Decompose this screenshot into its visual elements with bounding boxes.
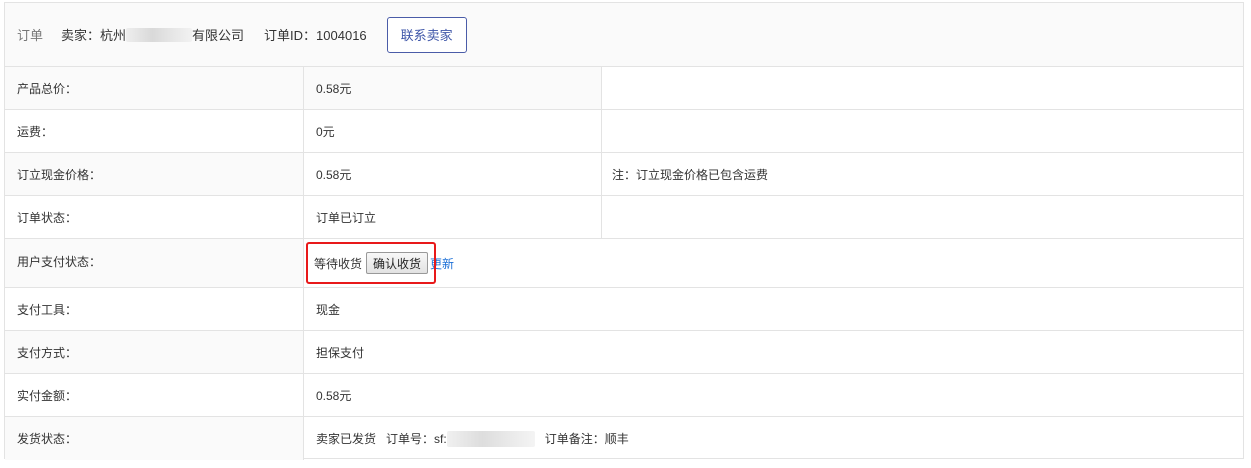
- highlight-box: 等待收货 确认收货 更新: [306, 242, 454, 284]
- row-label: 支付工具：: [5, 288, 304, 330]
- table-row: 运费： 0元: [5, 110, 1243, 153]
- shipped-text: 卖家已发货: [316, 432, 377, 446]
- section-label: 订单: [17, 28, 44, 43]
- row-value: 0元: [316, 124, 335, 139]
- seller-name: 卖家：杭州 有限公司: [61, 28, 245, 43]
- row-value: 0.58元: [316, 167, 352, 182]
- row-label: 支付方式：: [5, 331, 304, 373]
- table-row: 订单状态： 订单已订立: [5, 196, 1243, 239]
- order-id: 订单ID：1004016: [264, 28, 367, 43]
- row-label: 运费：: [5, 110, 304, 152]
- payment-status-text: 等待收货: [314, 256, 363, 271]
- confirm-receipt-button[interactable]: 确认收货: [366, 252, 429, 274]
- order-panel: 订单 卖家：杭州 有限公司 订单ID：1004016 联系卖家 产品总价： 0.5…: [4, 2, 1244, 460]
- table-row: 产品总价： 0.58元: [5, 67, 1243, 110]
- redacted-blur: [126, 28, 193, 42]
- row-label: 订单状态：: [5, 196, 304, 238]
- redacted-blur: [446, 430, 535, 447]
- tracking-number-label: 订单号：sf:: [386, 432, 447, 446]
- row-value: 担保支付: [316, 345, 365, 360]
- order-details-table: 产品总价： 0.58元 运费： 0元 订立现金价格： 0.58元 注：订立现金价…: [5, 67, 1243, 460]
- empty-cell: [601, 196, 1243, 238]
- row-value: 现金: [316, 302, 341, 317]
- price-note: 注：订立现金价格已包含运费: [601, 153, 1243, 195]
- contact-seller-button[interactable]: 联系卖家: [386, 16, 467, 53]
- order-status-value: 订单已订立: [316, 210, 377, 225]
- row-label: 实付金额：: [5, 374, 304, 416]
- table-row: 支付工具： 现金: [5, 288, 1243, 331]
- shipping-status-cell: 卖家已发货 订单号：sf: 订单备注：顺丰: [304, 417, 1243, 460]
- table-row: 实付金额： 0.58元: [5, 374, 1243, 417]
- row-label: 订立现金价格：: [5, 153, 304, 195]
- table-row: 用户支付状态： 等待收货 确认收货 更新: [5, 239, 1243, 288]
- row-value: 0.58元: [304, 67, 601, 109]
- row-label: 发货状态：: [5, 417, 304, 460]
- order-header: 订单 卖家：杭州 有限公司 订单ID：1004016 联系卖家: [5, 3, 1243, 67]
- empty-cell: [601, 110, 1243, 152]
- payment-status-cell: 等待收货 确认收货 更新: [304, 239, 1243, 287]
- row-label: 产品总价：: [5, 67, 304, 109]
- table-row: 支付方式： 担保支付: [5, 331, 1243, 374]
- table-row: 订立现金价格： 0.58元 注：订立现金价格已包含运费: [5, 153, 1243, 196]
- empty-cell: [601, 67, 1243, 109]
- row-label: 用户支付状态：: [5, 239, 304, 287]
- order-remark: 订单备注：顺丰: [544, 432, 629, 446]
- table-row: 发货状态： 卖家已发货 订单号：sf: 订单备注：顺丰: [5, 417, 1243, 460]
- row-value: 0.58元: [316, 388, 352, 403]
- update-link[interactable]: 更新: [430, 255, 454, 272]
